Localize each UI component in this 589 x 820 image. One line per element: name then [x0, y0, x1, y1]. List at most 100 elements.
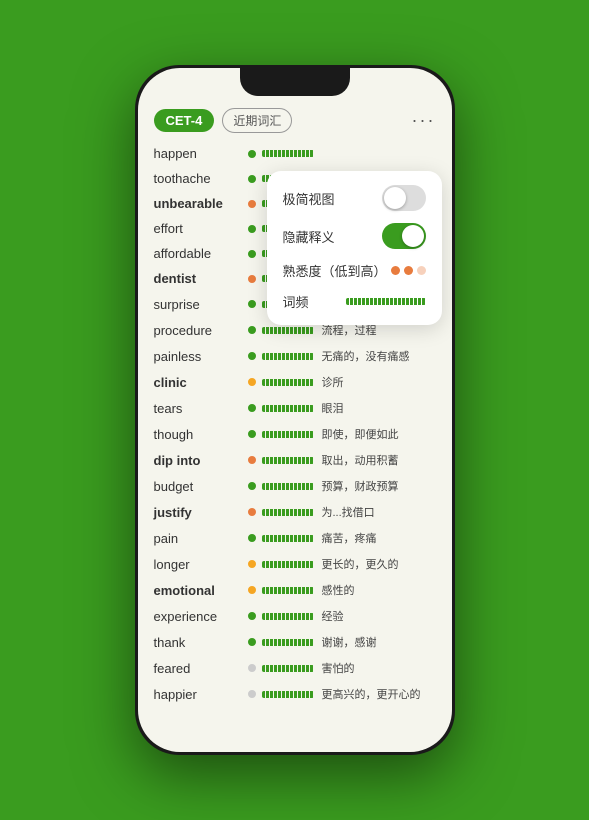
word-row[interactable]: thank谢谢，感谢: [138, 629, 452, 655]
popup-freq-bar: [346, 298, 426, 305]
word-row[interactable]: pain痛苦，疼痛: [138, 525, 452, 551]
definition-text: 为...找借口: [322, 504, 436, 520]
phone-screen: CET-4 近期词汇 ··· 极简视图 隐藏释义: [138, 68, 452, 752]
familiarity-dot: [248, 430, 256, 438]
word-text: emotional: [154, 583, 244, 598]
popup-minimal-row: 极简视图: [283, 185, 426, 211]
freq-bar: [262, 379, 314, 386]
word-row[interactable]: budget预算，财政预算: [138, 473, 452, 499]
freq-bar: [262, 613, 314, 620]
familiarity-dot: [248, 560, 256, 568]
definition-text: 更长的，更久的: [322, 556, 436, 572]
familiarity-dots: [391, 266, 426, 275]
word-text: affordable: [154, 246, 244, 261]
tab-recent[interactable]: 近期词汇: [222, 108, 292, 133]
popup-hidedef-row: 隐藏释义: [283, 223, 426, 249]
word-row[interactable]: experience经验: [138, 603, 452, 629]
word-list: 极简视图 隐藏释义 熟悉度（低到高）: [138, 141, 452, 752]
definition-text: 无痛的，没有痛感: [322, 348, 436, 364]
word-text: pain: [154, 531, 244, 546]
freq-bar: [262, 457, 314, 464]
word-text: unbearable: [154, 196, 244, 211]
freq-bar: [262, 691, 314, 698]
definition-text: 即使，即便如此: [322, 426, 436, 442]
familiarity-dot: [248, 638, 256, 646]
more-button[interactable]: ···: [412, 110, 436, 131]
word-text: dentist: [154, 271, 244, 286]
word-row[interactable]: tears 眼泪: [138, 395, 452, 421]
freq-bar: [262, 483, 314, 490]
familiarity-dot: [248, 300, 256, 308]
definition-text: 感性的: [322, 582, 436, 598]
word-text: clinic: [154, 375, 244, 390]
word-text: painless: [154, 349, 244, 364]
word-text: tears: [154, 401, 244, 416]
familiarity-dot: [248, 508, 256, 516]
familiarity-dot: [248, 378, 256, 386]
word-text: surprise: [154, 297, 244, 312]
familiarity-dot: [248, 175, 256, 183]
word-row[interactable]: feared害怕的: [138, 655, 452, 681]
app-container: CET-4 近期词汇 ··· 极简视图 隐藏释义: [138, 68, 452, 752]
definition-text: 眼泪: [322, 400, 436, 416]
familiarity-dot: [248, 612, 256, 620]
familiarity-dot: [248, 326, 256, 334]
familiarity-dot: [248, 690, 256, 698]
word-row[interactable]: clinic 诊所: [138, 369, 452, 395]
phone-frame: CET-4 近期词汇 ··· 极简视图 隐藏释义: [135, 65, 455, 755]
word-row[interactable]: justify 为...找借口: [138, 499, 452, 525]
word-text: happen: [154, 146, 244, 161]
popup-hidedef-label: 隐藏释义: [283, 227, 335, 246]
familiarity-dot: [248, 275, 256, 283]
notch: [240, 68, 350, 96]
word-row[interactable]: happier 更高兴的，更开心的: [138, 681, 452, 707]
word-row[interactable]: though 即使，即便如此: [138, 421, 452, 447]
word-text: effort: [154, 221, 244, 236]
toggle-hidedef[interactable]: [382, 223, 426, 249]
word-row[interactable]: happen: [138, 141, 452, 166]
word-row[interactable]: emotional 感性的: [138, 577, 452, 603]
familiarity-dot: [248, 534, 256, 542]
popup-minimal-label: 极简视图: [283, 189, 335, 208]
word-text: though: [154, 427, 244, 442]
freq-bar: [262, 587, 314, 594]
definition-text: 谢谢，感谢: [322, 634, 436, 650]
definition-text: 预算，财政预算: [322, 478, 436, 494]
familiarity-dot: [248, 352, 256, 360]
toggle-minimal-knob: [384, 187, 406, 209]
word-text: experience: [154, 609, 244, 624]
definition-text: 更高兴的，更开心的: [322, 686, 436, 702]
familiarity-dot: [248, 404, 256, 412]
popup-familiarity-label: 熟悉度（低到高）: [283, 261, 387, 280]
header: CET-4 近期词汇 ···: [138, 100, 452, 141]
definition-text: 取出，动用积蓄: [322, 452, 436, 468]
freq-bar: [262, 431, 314, 438]
familiarity-dot: [248, 250, 256, 258]
word-text: procedure: [154, 323, 244, 338]
toggle-minimal[interactable]: [382, 185, 426, 211]
freq-bar: [262, 150, 314, 157]
word-row[interactable]: longer 更长的，更久的: [138, 551, 452, 577]
familiarity-dot: [248, 482, 256, 490]
word-row[interactable]: dip into取出，动用积蓄: [138, 447, 452, 473]
familiarity-dot: [248, 664, 256, 672]
popup-frequency-row: 词频: [283, 292, 426, 311]
word-row[interactable]: painless 无痛的，没有痛感: [138, 343, 452, 369]
familiarity-dot: [248, 456, 256, 464]
freq-bar: [262, 639, 314, 646]
settings-popup: 极简视图 隐藏释义 熟悉度（低到高）: [267, 171, 442, 325]
toggle-hidedef-knob: [402, 225, 424, 247]
freq-bar: [262, 535, 314, 542]
word-text: justify: [154, 505, 244, 520]
freq-bar: [262, 353, 314, 360]
word-text: happier: [154, 687, 244, 702]
definition-text: 诊所: [322, 374, 436, 390]
popup-frequency-label: 词频: [283, 292, 309, 311]
freq-bar: [262, 327, 314, 334]
word-text: toothache: [154, 171, 244, 186]
word-text: longer: [154, 557, 244, 572]
tab-cet4[interactable]: CET-4: [154, 109, 215, 132]
familiarity-dot: [248, 225, 256, 233]
freq-bar: [262, 665, 314, 672]
popup-familiarity-row: 熟悉度（低到高）: [283, 261, 426, 280]
